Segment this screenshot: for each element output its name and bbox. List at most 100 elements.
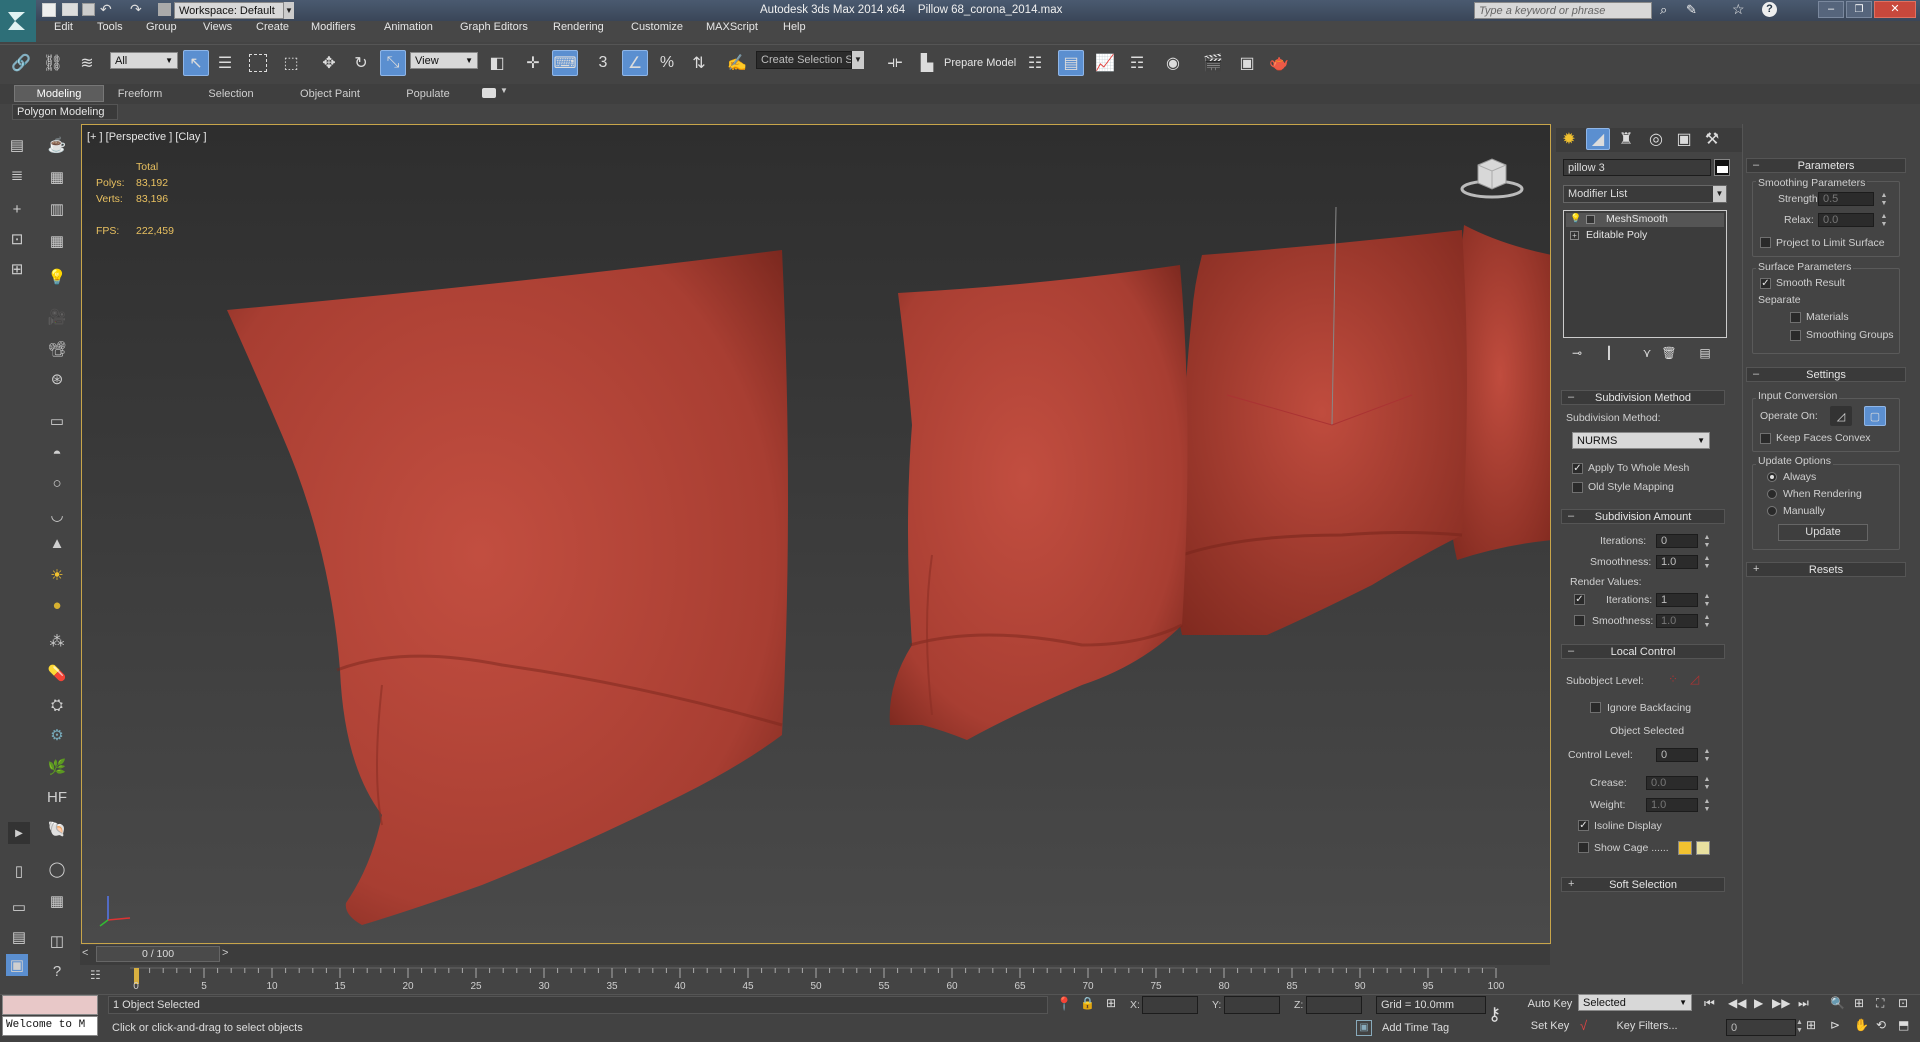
hierarchy-icon[interactable]: ⊞ — [6, 258, 28, 280]
modify-tab-icon[interactable]: ◢ — [1586, 128, 1610, 150]
maximize-button[interactable]: ❐ — [1846, 1, 1872, 18]
field-of-view-icon[interactable]: ⊳ — [1830, 1018, 1840, 1032]
subdivision-amount-rollout-header[interactable]: – Subdivision Amount — [1561, 509, 1725, 524]
update-button[interactable]: Update — [1778, 524, 1868, 541]
app-logo[interactable] — [0, 0, 36, 42]
configure-sets-icon[interactable]: ▤ — [1694, 342, 1716, 364]
bind-space-warp-icon[interactable]: ≋ — [74, 50, 100, 76]
play-icon[interactable]: ▶ — [1754, 996, 1763, 1010]
bowl-icon[interactable]: ◡ — [46, 504, 68, 526]
object-color-swatch[interactable] — [1714, 159, 1730, 176]
menu-maxscript[interactable]: MAXScript — [706, 21, 758, 33]
render-smoothness-checkbox[interactable] — [1574, 615, 1585, 626]
parameters-rollout-header[interactable]: – Parameters — [1746, 158, 1906, 173]
render-setup-icon[interactable]: 🎬 — [1200, 50, 1226, 76]
active-panel-icon[interactable]: ▣ — [6, 954, 28, 976]
set-key-icon[interactable]: ⚷ — [1488, 1004, 1501, 1025]
apply-whole-mesh-checkbox[interactable]: ✓ — [1572, 463, 1583, 474]
layer-stack-icon[interactable]: ≣ — [6, 164, 28, 186]
material-editor-icon[interactable]: ◉ — [1160, 50, 1186, 76]
maxscript-listener-input[interactable]: Welcome to M — [2, 1016, 98, 1036]
select-and-scale-icon[interactable]: ⤡ — [380, 50, 406, 76]
materials-checkbox[interactable] — [1790, 312, 1801, 323]
quick-access-save-icon[interactable] — [82, 3, 95, 16]
menu-create[interactable]: Create — [256, 21, 289, 33]
old-style-mapping-checkbox[interactable] — [1572, 482, 1583, 493]
sphere-icon[interactable]: ○ — [46, 472, 68, 494]
select-object-icon[interactable]: ↖ — [183, 50, 209, 76]
when-rendering-radio[interactable] — [1767, 489, 1777, 499]
mirror-icon[interactable]: ⟛ — [882, 50, 908, 76]
render-smoothness-input[interactable]: 1.0 — [1656, 614, 1698, 628]
tab-modeling[interactable]: Modeling — [14, 85, 104, 102]
chevron-down-icon[interactable]: ▼ — [1713, 186, 1726, 202]
window-crossing-icon[interactable]: ⬚ — [278, 50, 304, 76]
perspective-viewport[interactable]: [+ ] [Perspective ] [Clay ] Total Polys:… — [81, 124, 1551, 944]
orbit-icon[interactable]: ⟲ — [1876, 1018, 1886, 1032]
menu-edit[interactable]: Edit — [54, 21, 73, 33]
selection-filter-dropdown[interactable]: All ▼ — [110, 52, 178, 69]
settings-rollout-header[interactable]: – Settings — [1746, 367, 1906, 382]
infocenter-search-input[interactable]: Type a keyword or phrase — [1474, 2, 1652, 19]
hair-icon[interactable]: HF — [46, 786, 68, 808]
menu-customize[interactable]: Customize — [631, 21, 683, 33]
cage-color-swatch[interactable] — [1678, 841, 1692, 855]
show-end-result-icon[interactable]: ┃ — [1598, 342, 1620, 364]
frame-spinner[interactable]: ▲ ▼ — [1796, 1019, 1803, 1035]
select-and-link-icon[interactable]: 🔗 — [8, 50, 34, 76]
absolute-mode-icon[interactable]: ⊞ — [1106, 996, 1116, 1010]
isoline-display-checkbox[interactable]: ✓ — [1578, 820, 1589, 831]
set-key-button[interactable]: Set Key — [1526, 1020, 1574, 1036]
relax-input[interactable]: 0.0 — [1818, 213, 1874, 227]
key-mode-dropdown[interactable]: Selected ▼ — [1578, 994, 1692, 1011]
stack-item-meshsmooth[interactable]: 💡 MeshSmooth — [1566, 213, 1724, 227]
next-frame-icon[interactable]: ▶▶ — [1772, 996, 1790, 1010]
make-unique-icon[interactable]: ⋎ — [1636, 342, 1658, 364]
schematic-view-icon[interactable]: ☶ — [1124, 50, 1150, 76]
menu-rendering[interactable]: Rendering — [553, 21, 604, 33]
spinner-snap-icon[interactable]: ⇅ — [686, 50, 712, 76]
tab-object-paint[interactable]: Object Paint — [290, 85, 370, 102]
plant-icon[interactable]: 🌿 — [46, 756, 68, 778]
modifier-list-dropdown[interactable]: Modifier List — [1563, 185, 1727, 203]
search-icon[interactable]: ⌕ — [1660, 2, 1667, 18]
zoom-icon[interactable]: 🔍 — [1830, 996, 1845, 1010]
prepare-model-label[interactable]: Prepare Model — [944, 57, 1016, 69]
maxscript-listener-pink[interactable] — [2, 995, 98, 1015]
layer-explorer-icon[interactable]: ▤ — [1058, 50, 1084, 76]
eye-icon[interactable]: 💡 — [1570, 213, 1581, 224]
ribbon-options-chevron-icon[interactable]: ▼ — [500, 86, 508, 95]
select-manipulate-icon[interactable]: ✛ — [520, 50, 546, 76]
crease-spinner[interactable]: ▲ ▼ — [1703, 776, 1711, 792]
menu-animation[interactable]: Animation — [384, 21, 433, 33]
object-name-input[interactable]: pillow 3 — [1563, 159, 1711, 176]
crease-input[interactable]: 0.0 — [1646, 776, 1698, 790]
zoom-extents-all-icon[interactable]: ⊡ — [1898, 996, 1908, 1010]
time-config-icon[interactable]: ⊞ — [1806, 1018, 1816, 1032]
menu-views[interactable]: Views — [203, 21, 232, 33]
redo-icon[interactable]: ↷ — [130, 1, 142, 18]
subdivision-method-dropdown[interactable]: NURMS ▼ — [1572, 432, 1710, 449]
viewcube-icon[interactable] — [1460, 155, 1524, 199]
document-icon[interactable]: ▥ — [46, 198, 68, 220]
tab-selection[interactable]: Selection — [196, 85, 266, 102]
auto-key-button[interactable]: Auto Key — [1526, 998, 1574, 1014]
soft-selection-rollout-header[interactable]: + Soft Selection — [1561, 877, 1725, 892]
expand-icon[interactable]: + — [1570, 231, 1579, 240]
tab-freeform[interactable]: Freeform — [108, 85, 172, 102]
expand-icon[interactable] — [1586, 215, 1595, 224]
select-and-move-icon[interactable]: ✥ — [316, 50, 342, 76]
dome-icon[interactable]: ◓ — [46, 442, 68, 464]
projector-icon[interactable]: ⊛ — [46, 368, 68, 390]
strength-spinner[interactable]: ▲ ▼ — [1880, 192, 1888, 208]
quick-access-new-icon[interactable] — [42, 3, 56, 17]
curve-editor-icon[interactable]: 📈 — [1092, 50, 1118, 76]
smoothing-groups-checkbox[interactable] — [1790, 330, 1801, 341]
local-control-rollout-header[interactable]: – Local Control — [1561, 644, 1725, 659]
workspace-dropdown-arrow-icon[interactable]: ▼ — [284, 2, 294, 19]
pill-icon[interactable]: 💊 — [46, 662, 68, 684]
panel-list-icon[interactable]: ▤ — [8, 926, 30, 948]
chevron-down-icon[interactable]: ▼ — [852, 51, 864, 69]
previous-frame-icon[interactable]: ◀◀ — [1728, 996, 1746, 1010]
current-frame-input[interactable]: 0 — [1726, 1019, 1796, 1036]
